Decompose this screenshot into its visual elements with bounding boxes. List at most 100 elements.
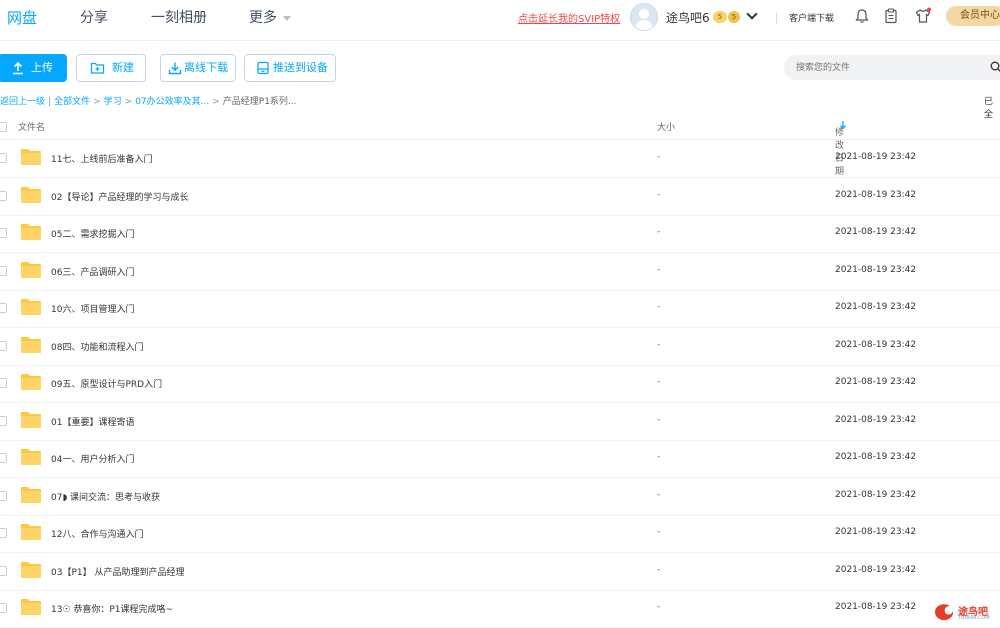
- file-date: 2021-08-19 23:42: [835, 489, 917, 500]
- file-row[interactable]: 05二、需求挖掘入门 - 2021-08-19 23:42: [0, 215, 1000, 253]
- file-row[interactable]: 01【重要】课程寄语 - 2021-08-19 23:42: [0, 403, 1000, 441]
- file-name[interactable]: 10六、项目管理入门: [51, 302, 134, 315]
- row-checkbox[interactable]: [0, 490, 7, 501]
- file-size: -: [657, 602, 661, 612]
- file-date: 2021-08-19 23:42: [835, 339, 917, 350]
- nav-more-label: 更多: [249, 10, 277, 26]
- folder-icon: [21, 299, 41, 315]
- nav-tab-more[interactable]: 更多: [249, 7, 291, 27]
- new-folder-button[interactable]: 新建: [76, 54, 146, 82]
- row-checkbox[interactable]: [0, 303, 7, 313]
- clipboard-icon[interactable]: [882, 7, 900, 25]
- file-date: 2021-08-19 23:42: [835, 227, 917, 237]
- row-checkbox[interactable]: [0, 228, 7, 238]
- row-checkbox[interactable]: [0, 153, 7, 163]
- file-list-header: 文件名 大小 修改日期: [0, 115, 1000, 177]
- shirt-icon[interactable]: [914, 7, 932, 25]
- column-modified[interactable]: 修改日期: [835, 120, 847, 177]
- chevron-down-icon[interactable]: [746, 8, 758, 20]
- search-icon[interactable]: [990, 61, 1000, 73]
- folder-icon: [21, 599, 41, 615]
- column-size[interactable]: 大小: [657, 120, 675, 133]
- file-date: 2021-08-19 23:42: [835, 564, 917, 575]
- file-row[interactable]: 04一、用户分析入门 - 2021-08-19 23:42: [0, 440, 1000, 478]
- file-size: -: [657, 489, 661, 500]
- device-icon: [257, 61, 269, 75]
- file-date: 2021-08-19 23:42: [835, 414, 917, 425]
- file-row[interactable]: 06三、产品调研入门 - 2021-08-19 23:42: [0, 253, 1000, 291]
- row-checkbox[interactable]: [0, 603, 7, 613]
- upload-icon: [13, 61, 23, 75]
- search-input[interactable]: [784, 55, 1000, 80]
- file-row[interactable]: 09五、原型设计与PRD入门 - 2021-08-19 23:42: [0, 365, 1000, 403]
- level-badge: 5: [713, 11, 727, 23]
- folder-icon: [21, 186, 41, 203]
- file-name[interactable]: 04一、用户分析入门: [51, 452, 134, 465]
- file-size: -: [657, 377, 661, 387]
- file-name[interactable]: 03【P1】 从产品助理到产品经理: [51, 565, 184, 578]
- folder-icon: [21, 336, 41, 353]
- new-folder-icon: [90, 62, 105, 74]
- file-name[interactable]: 02【导论】产品经理的学习与成长: [51, 190, 188, 203]
- column-filename[interactable]: 文件名: [18, 120, 45, 133]
- row-checkbox[interactable]: [0, 340, 7, 351]
- breadcrumb-all-files[interactable]: 全部文件: [54, 97, 90, 107]
- row-checkbox[interactable]: [0, 190, 7, 201]
- file-name[interactable]: 07◗ 课间交流：思考与收获: [51, 490, 160, 503]
- divider: [776, 12, 777, 24]
- chevron-down-icon: [283, 15, 291, 21]
- breadcrumb-back[interactable]: 返回上一级: [0, 97, 45, 107]
- file-size: -: [657, 189, 661, 200]
- select-all-checkbox[interactable]: [0, 122, 7, 132]
- username[interactable]: 途鸟吧6: [666, 9, 710, 26]
- file-date: 2021-08-19 23:42: [835, 302, 917, 312]
- row-checkbox[interactable]: [0, 528, 7, 538]
- file-row[interactable]: 08四、功能和流程入门 - 2021-08-19 23:42: [0, 328, 1000, 366]
- file-size: -: [657, 152, 661, 162]
- upload-button[interactable]: 上传: [0, 54, 67, 82]
- row-checkbox[interactable]: [0, 378, 7, 388]
- member-center-button[interactable]: 会员中心: [946, 6, 1000, 26]
- row-checkbox[interactable]: [0, 453, 7, 463]
- file-name[interactable]: 01【重要】课程寄语: [51, 415, 134, 428]
- push-to-device-button[interactable]: 推送到设备: [244, 54, 336, 82]
- file-date: 2021-08-19 23:42: [835, 527, 917, 537]
- file-name[interactable]: 08四、功能和流程入门: [51, 340, 143, 353]
- folder-icon: [21, 561, 41, 578]
- folder-icon: [21, 224, 41, 240]
- file-row[interactable]: 03【P1】 从产品助理到产品经理 - 2021-08-19 23:42: [0, 553, 1000, 591]
- file-row[interactable]: 11七、上线前后准备入门 - 2021-08-19 23:42: [0, 140, 1000, 178]
- folder-icon: [21, 524, 41, 540]
- folder-icon: [21, 149, 41, 165]
- file-name[interactable]: 09五、原型设计与PRD入门: [51, 377, 162, 390]
- file-name[interactable]: 13☉ 恭喜你：P1课程完成咯~: [51, 602, 173, 615]
- file-name[interactable]: 12八、合作与沟通入门: [51, 527, 143, 540]
- row-checkbox[interactable]: [0, 565, 7, 576]
- offline-download-button[interactable]: 离线下载: [160, 54, 236, 82]
- watermark-sub: TNIBA8.COM: [958, 615, 990, 621]
- row-checkbox[interactable]: [0, 265, 7, 276]
- client-download-link[interactable]: 客户端下载: [789, 11, 834, 24]
- file-name[interactable]: 05二、需求挖掘入门: [51, 227, 134, 240]
- row-checkbox[interactable]: [0, 415, 7, 426]
- folder-icon: [21, 261, 41, 278]
- file-name[interactable]: 06三、产品调研入门: [51, 265, 134, 278]
- file-name[interactable]: 11七、上线前后准备入门: [51, 152, 152, 165]
- file-row[interactable]: 12八、合作与沟通入门 - 2021-08-19 23:42: [0, 515, 1000, 553]
- bell-icon[interactable]: [853, 7, 871, 25]
- breadcrumb-study[interactable]: 学习: [104, 97, 122, 107]
- nav-tab-share[interactable]: 分享: [80, 7, 108, 27]
- nav-tab-album[interactable]: 一刻相册: [151, 7, 207, 27]
- file-row[interactable]: 10六、项目管理入门 - 2021-08-19 23:42: [0, 290, 1000, 328]
- breadcrumb-office[interactable]: 07办公效率及其...: [135, 97, 209, 107]
- file-row[interactable]: 07◗ 课间交流：思考与收获 - 2021-08-19 23:42: [0, 478, 1000, 516]
- nav-tab-netdisk[interactable]: 网盘: [7, 7, 37, 28]
- file-size: -: [657, 227, 661, 237]
- avatar[interactable]: [630, 3, 658, 31]
- new-label: 新建: [112, 61, 134, 74]
- file-date: 2021-08-19 23:42: [835, 152, 917, 162]
- svip-renew-link[interactable]: 点击延长我的SVIP特权: [518, 10, 620, 25]
- file-row[interactable]: 13☉ 恭喜你：P1课程完成咯~ - 2021-08-19 23:42: [0, 590, 1000, 628]
- file-row[interactable]: 02【导论】产品经理的学习与成长 - 2021-08-19 23:42: [0, 178, 1000, 216]
- bird-logo-icon: [935, 604, 954, 621]
